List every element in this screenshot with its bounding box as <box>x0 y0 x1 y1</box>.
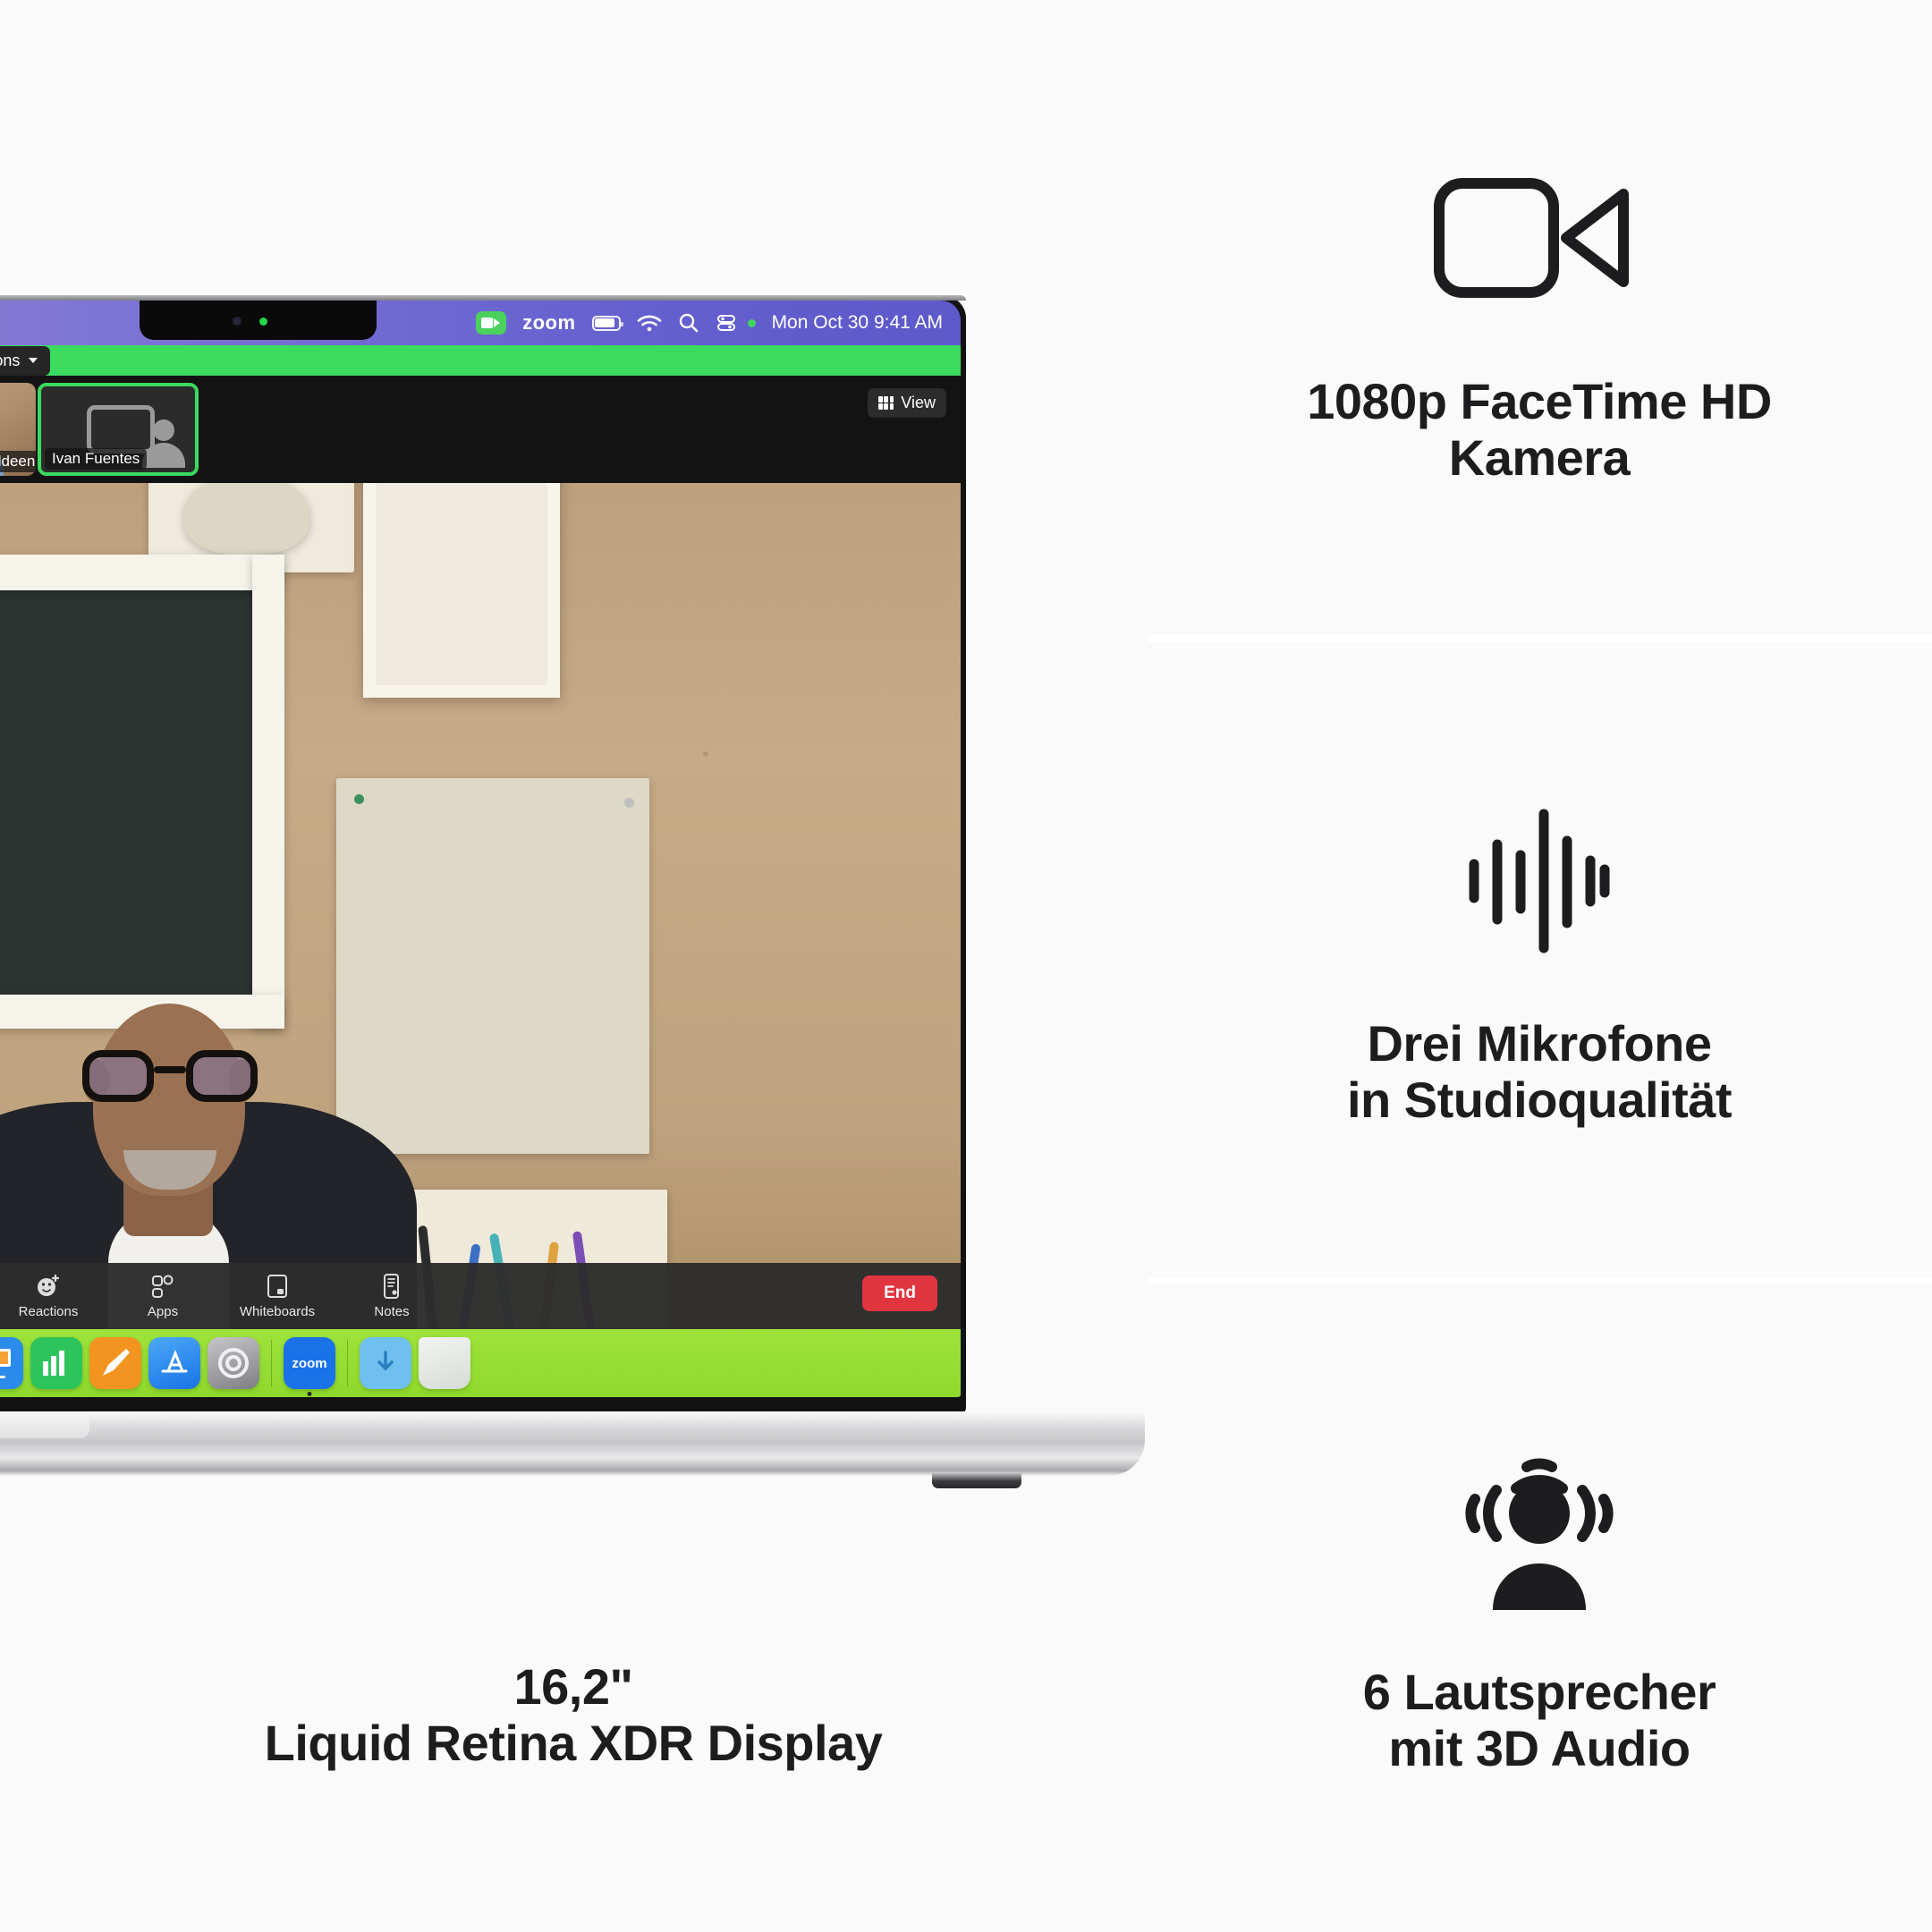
facetime-camera-icon <box>1432 148 1647 327</box>
numbers-icon[interactable] <box>30 1337 82 1389</box>
zoom-control-toolbar: Share Screen ^ Summary <box>0 1263 961 1329</box>
menubar-app-name[interactable]: zoom <box>522 311 575 335</box>
camera-lens-icon <box>233 317 242 326</box>
apps-label: Apps <box>147 1304 179 1319</box>
participant-tile-active[interactable]: Ivan Fuentes <box>38 383 199 476</box>
wifi-icon[interactable] <box>637 314 662 333</box>
screen-share-banner: are viewing Ivan Fuentes's screen View O… <box>0 345 961 376</box>
pages-icon[interactable] <box>89 1337 141 1389</box>
reactions-icon <box>0 1273 106 1300</box>
feature-line-1: 1080p FaceTime HD <box>1307 373 1772 430</box>
display-bezel: zoom Mon Oct 30 9:41 AM ns deen Ivan Fue… <box>0 295 966 1413</box>
feature-line-2: in Studioqualität <box>1346 1072 1733 1128</box>
macbook-base-chassis <box>0 1411 1145 1492</box>
framed-picture <box>363 483 560 698</box>
feature-card-camera: 1080p FaceTime HD Kamera <box>1147 0 1932 635</box>
feature-card-microphones: Drei Mikrofone in Studioqualität <box>1147 642 1932 1277</box>
feature-label-speakers: 6 Lautsprecher mit 3D Audio <box>1363 1665 1716 1776</box>
spatial-audio-speaker-icon <box>1450 1439 1629 1618</box>
feature-label-microphones: Drei Mikrofone in Studioqualität <box>1346 1015 1733 1128</box>
zoom-meeting-window: David Beau Carmen Sharafeldeen <box>0 376 961 1397</box>
dock-divider <box>271 1340 272 1386</box>
menubar-clock[interactable]: Mon Oct 30 9:41 AM <box>772 312 943 334</box>
view-button-label: View <box>901 394 936 411</box>
macos-dock: tv <box>0 1329 961 1397</box>
participant-name: Ivan Fuentes <box>45 448 148 470</box>
camera-notch <box>140 301 377 340</box>
feature-card-speakers: 6 Lautsprecher mit 3D Audio <box>1147 1284 1932 1932</box>
product-feature-page: zoom Mon Oct 30 9:41 AM ns deen Ivan Fue… <box>0 0 1932 1932</box>
apps-button[interactable]: Apps <box>106 1273 220 1319</box>
keynote-icon[interactable] <box>0 1337 23 1389</box>
chassis-body <box>0 1411 1145 1476</box>
pushpin <box>354 794 364 804</box>
view-options-button[interactable]: View Options <box>0 345 51 376</box>
shared-screen-content: Comments Share <box>0 483 961 1397</box>
end-meeting-button[interactable]: End <box>862 1275 937 1311</box>
presenter-glasses <box>82 1050 258 1102</box>
zoom-dock-label: zoom <box>292 1356 327 1371</box>
notes-label: Notes <box>374 1304 410 1319</box>
trash-icon[interactable] <box>419 1337 470 1389</box>
shared-screen-stage: Comments Share <box>0 483 961 1397</box>
app-running-dot <box>307 1392 312 1396</box>
chassis-foot <box>932 1472 1021 1488</box>
display-size: 16,2" <box>513 1658 633 1715</box>
camera-active-led <box>259 318 267 326</box>
feature-line-2: mit 3D Audio <box>1388 1720 1690 1776</box>
pinned-artwork <box>184 483 309 555</box>
reactions-label: Reactions <box>18 1304 79 1319</box>
display-feature-panel: zoom Mon Oct 30 9:41 AM ns deen Ivan Fue… <box>0 0 1147 1932</box>
laptop-screen: zoom Mon Oct 30 9:41 AM ns deen Ivan Fue… <box>0 301 961 1397</box>
app-store-icon[interactable] <box>148 1337 200 1389</box>
white-frame <box>0 555 283 590</box>
person-icon <box>140 419 187 468</box>
search-icon[interactable] <box>678 312 699 334</box>
control-center-icon[interactable] <box>716 312 737 334</box>
notes-icon <box>335 1273 449 1300</box>
feature-label-camera: 1080p FaceTime HD Kamera <box>1307 374 1772 486</box>
view-options-label: View Options <box>0 351 21 369</box>
whiteboards-button[interactable]: Whiteboards <box>220 1273 335 1319</box>
participant-name: Carmen Sharafeldeen <box>0 451 36 472</box>
feature-line-1: 6 Lautsprecher <box>1362 1664 1716 1721</box>
whiteboards-icon <box>220 1273 335 1300</box>
notes-button[interactable]: Notes <box>335 1273 449 1319</box>
view-button[interactable]: View <box>868 388 946 418</box>
chevron-down-icon <box>29 358 38 363</box>
chassis-lip <box>0 1411 89 1438</box>
reactions-button[interactable]: Reactions <box>0 1273 106 1319</box>
participant-filmstrip: David Beau Carmen Sharafeldeen <box>0 376 961 483</box>
pushpin <box>624 798 634 808</box>
recording-indicator-dot <box>747 318 756 327</box>
zoom-menubar-icon[interactable] <box>476 311 507 335</box>
display-caption: 16,2" Liquid Retina XDR Display <box>0 1658 1147 1771</box>
feature-line-2: Kamera <box>1448 429 1631 486</box>
battery-icon[interactable] <box>591 315 623 331</box>
dock-divider <box>347 1340 348 1386</box>
system-settings-icon[interactable] <box>208 1337 259 1389</box>
zoom-app-icon[interactable]: zoom <box>284 1337 335 1396</box>
feature-line-1: Drei Mikrofone <box>1367 1015 1712 1072</box>
display-type: Liquid Retina XDR Display <box>264 1714 883 1771</box>
studio-microphone-waveform-icon <box>1463 791 1615 970</box>
macbook-pro-device: zoom Mon Oct 30 9:41 AM ns deen Ivan Fue… <box>0 295 1147 1565</box>
participant-tile[interactable]: Carmen Sharafeldeen <box>0 383 36 476</box>
whiteboards-label: Whiteboards <box>239 1304 316 1319</box>
apps-icon <box>106 1273 220 1300</box>
grid-view-icon <box>878 396 894 410</box>
features-panel: 1080p FaceTime HD Kamera Drei Mikrofone … <box>1147 0 1932 1932</box>
downloads-folder-icon[interactable] <box>360 1337 411 1389</box>
